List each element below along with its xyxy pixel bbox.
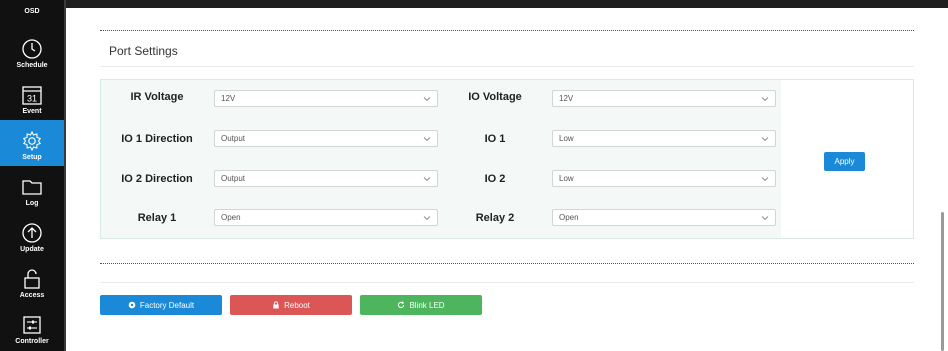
sidebar-item-access[interactable]: Access [0, 258, 64, 304]
svg-text:31: 31 [27, 94, 37, 104]
chevron-down-icon [423, 177, 431, 182]
relay2-value: Open [559, 213, 579, 222]
lock-icon [273, 301, 279, 309]
io2-label: IO 2 [484, 173, 506, 185]
apply-button[interactable]: Apply [824, 152, 865, 171]
divider [100, 263, 914, 264]
io2-direction-label: IO 2 Direction [121, 173, 193, 185]
calendar-icon: 31 [22, 86, 42, 105]
sidebar-item-update[interactable]: Update [0, 212, 64, 258]
sidebar-divider [64, 0, 66, 351]
lock-icon [24, 269, 40, 289]
chevron-down-icon [761, 216, 769, 221]
io-voltage-label: IO Voltage [468, 91, 522, 103]
chevron-down-icon [423, 137, 431, 142]
sidebar-item-osd[interactable]: OSD [0, 0, 64, 28]
upload-icon [22, 223, 42, 243]
chevron-down-icon [423, 216, 431, 221]
reboot-button[interactable]: Reboot [230, 295, 352, 315]
io2-select[interactable]: Low [552, 170, 776, 187]
factory-default-button[interactable]: Factory Default [100, 295, 222, 315]
sidebar-item-label: Setup [22, 154, 42, 161]
io1-direction-select[interactable]: Output [214, 130, 438, 147]
clock-icon [22, 39, 42, 59]
io2-direction-select[interactable]: Output [214, 170, 438, 187]
sidebar: OSD Schedule 31 Event Setup Log Update A… [0, 0, 64, 351]
blink-led-label: Blink LED [409, 300, 445, 310]
chevron-down-icon [761, 137, 769, 142]
chevron-down-icon [761, 97, 769, 102]
chevron-down-icon [761, 177, 769, 182]
relay1-label: Relay 1 [137, 212, 177, 224]
divider [100, 282, 914, 283]
scrollbar[interactable] [941, 212, 944, 351]
relay1-value: Open [221, 213, 241, 222]
sidebar-item-setup[interactable]: Setup [0, 120, 64, 166]
refresh-icon [398, 301, 405, 309]
section-title: Port Settings [109, 44, 178, 58]
chevron-down-icon [423, 97, 431, 102]
divider [100, 30, 914, 31]
sidebar-item-label: Update [20, 246, 44, 253]
top-bar [66, 0, 948, 8]
io1-label: IO 1 [484, 133, 506, 145]
sliders-icon [23, 316, 41, 334]
relay2-label: Relay 2 [475, 212, 515, 224]
sidebar-item-label: Event [22, 108, 42, 115]
sidebar-item-log[interactable]: Log [0, 166, 64, 212]
sidebar-item-controller[interactable]: Controller [0, 304, 64, 350]
io2-value: Low [559, 174, 574, 183]
folder-icon [22, 180, 42, 195]
io1-direction-label: IO 1 Direction [121, 133, 193, 145]
relay1-select[interactable]: Open [214, 209, 438, 226]
sidebar-item-schedule[interactable]: Schedule [0, 28, 64, 74]
reboot-label: Reboot [284, 300, 310, 310]
blink-led-button[interactable]: Blink LED [360, 295, 482, 315]
factory-default-label: Factory Default [139, 300, 195, 310]
sidebar-item-label: OSD [24, 8, 40, 15]
ir-voltage-label: IR Voltage [130, 91, 184, 103]
ir-voltage-select[interactable]: 12V [214, 90, 438, 107]
io1-value: Low [559, 134, 574, 143]
relay2-select[interactable]: Open [552, 209, 776, 226]
sidebar-item-label: Controller [15, 338, 49, 345]
ir-voltage-value: 12V [221, 94, 236, 103]
sidebar-item-label: Schedule [16, 62, 48, 69]
gear-icon [128, 301, 136, 309]
io-voltage-select[interactable]: 12V [552, 90, 776, 107]
divider [100, 66, 914, 67]
io-voltage-value: 12V [559, 94, 574, 103]
io1-select[interactable]: Low [552, 130, 776, 147]
sidebar-item-event[interactable]: 31 Event [0, 74, 64, 120]
sidebar-item-label: Log [25, 200, 39, 207]
io2-direction-value: Output [221, 174, 246, 183]
sidebar-item-label: Access [19, 292, 45, 299]
io1-direction-value: Output [221, 134, 246, 143]
gear-icon [22, 130, 42, 152]
